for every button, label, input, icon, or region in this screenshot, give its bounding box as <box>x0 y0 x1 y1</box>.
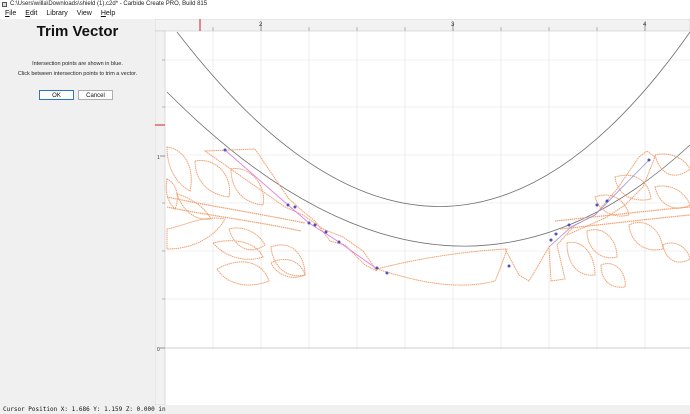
grid <box>165 32 690 349</box>
menu-view[interactable]: View <box>72 9 96 19</box>
intersection-points[interactable] <box>223 148 651 275</box>
instruction-trim: Click between intersection points to tri… <box>17 71 138 77</box>
menu-bar: File Edit Library View Help <box>0 9 690 19</box>
off-workspace-area <box>165 349 690 405</box>
menu-help[interactable]: Help <box>96 9 119 19</box>
laurel-vectors[interactable] <box>165 146 690 288</box>
app-icon <box>2 2 7 7</box>
top-ruler: 2 3 4 <box>155 19 690 32</box>
cursor-position: Cursor Position X: 1.686 Y: 1.159 Z: 0.0… <box>3 406 166 413</box>
menu-file[interactable]: File <box>0 9 20 19</box>
status-bar: Cursor Position X: 1.686 Y: 1.159 Z: 0.0… <box>0 405 690 414</box>
selected-vector-right[interactable] <box>548 159 650 248</box>
menu-library[interactable]: Library <box>41 9 71 19</box>
inner-arc-vector[interactable] <box>166 91 690 247</box>
instruction-intersections: Intersection points are shown in blue. <box>32 61 123 67</box>
ruler-label-y0: 0 <box>157 347 160 353</box>
ok-button[interactable]: OK <box>39 90 74 100</box>
outer-arc-vector[interactable] <box>176 31 690 207</box>
window-title: C:\Users\willa\Downloads\shield (1).c2d*… <box>10 1 208 7</box>
cancel-button[interactable]: Cancel <box>78 90 113 100</box>
title-bar: C:\Users\willa\Downloads\shield (1).c2d*… <box>0 0 690 9</box>
panel-title: Trim Vector <box>36 23 119 40</box>
left-ruler: 1 0 <box>155 30 166 405</box>
design-canvas[interactable]: 2 3 4 1 0 <box>155 19 690 405</box>
ruler-label-y1: 1 <box>157 155 160 161</box>
trim-vector-panel: Trim Vector Intersection points are show… <box>0 19 156 405</box>
menu-edit[interactable]: Edit <box>20 9 41 19</box>
